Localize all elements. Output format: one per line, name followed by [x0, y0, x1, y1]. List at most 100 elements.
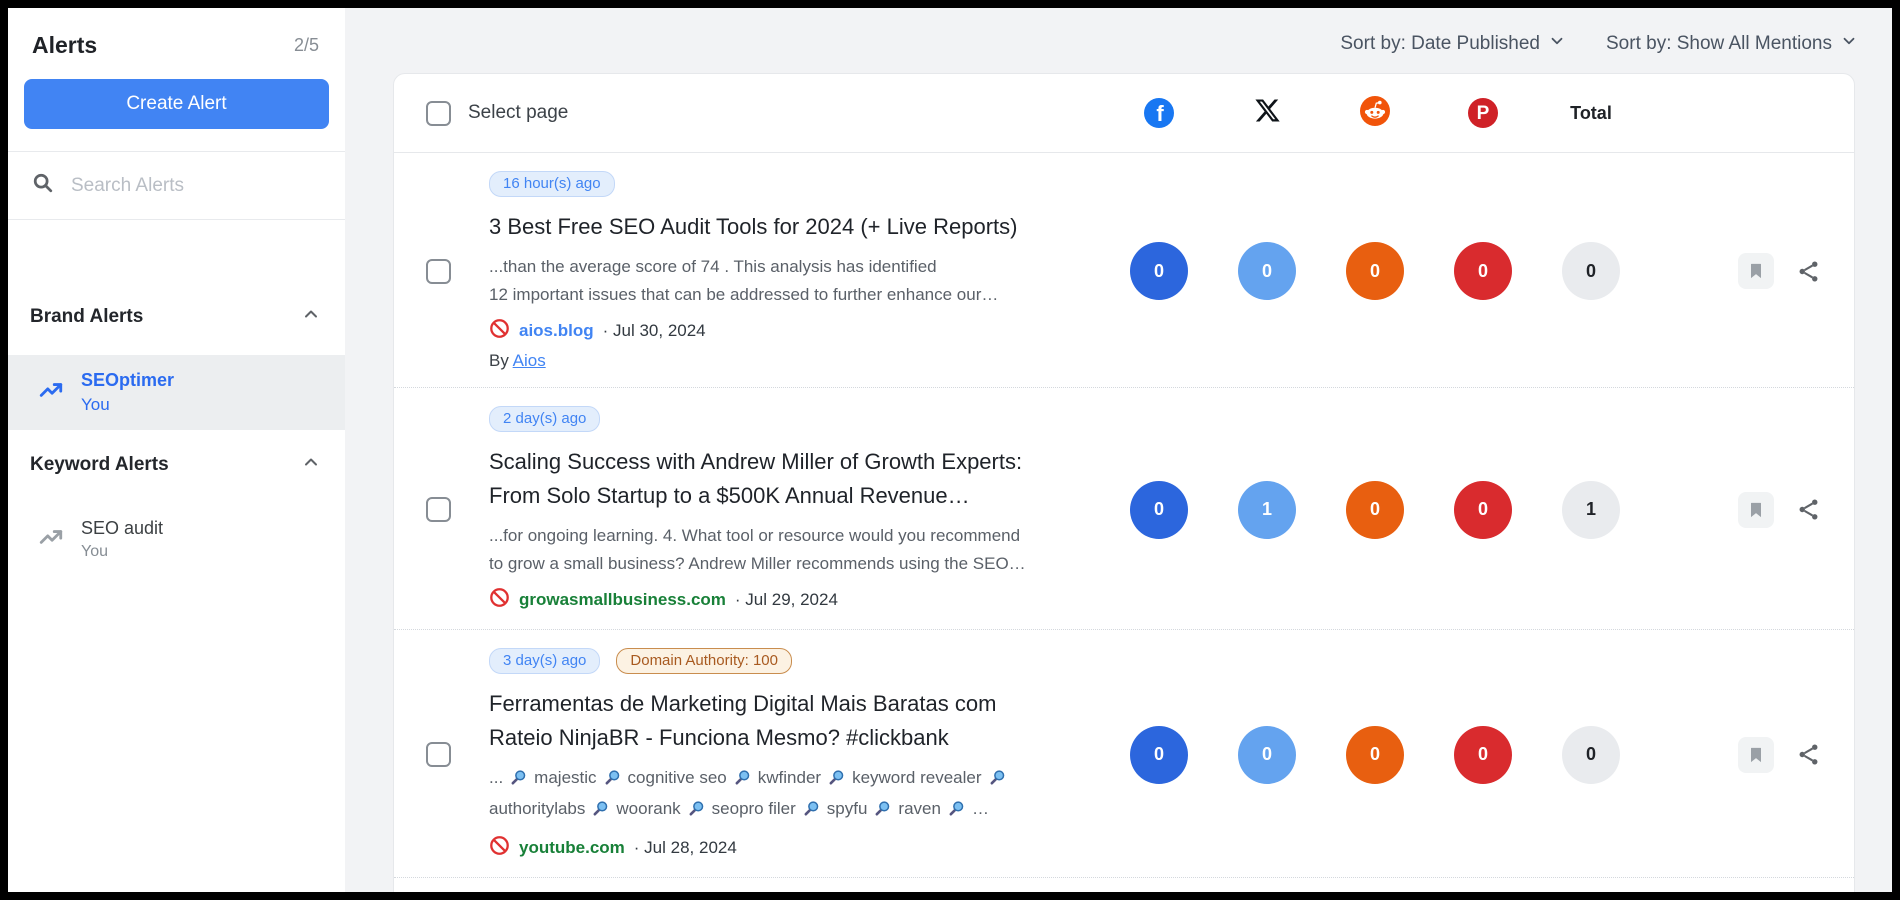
- magnifier-icon: [604, 767, 621, 795]
- blocked-icon[interactable]: [489, 835, 510, 861]
- keyword-alerts-label: Keyword Alerts: [30, 454, 169, 476]
- magnifier-icon: [948, 798, 965, 826]
- count-col: 0: [1321, 242, 1429, 300]
- mention-date: · Jul 30, 2024: [603, 321, 706, 341]
- section-brand-alerts[interactable]: Brand Alerts: [8, 304, 345, 329]
- title-line: From Solo Startup to a $500K Annual Reve…: [489, 479, 1085, 513]
- keyword: woorank: [616, 799, 680, 818]
- keyword: raven: [898, 799, 941, 818]
- select-page-checkbox[interactable]: [426, 101, 451, 126]
- divider: [8, 219, 345, 220]
- mention-excerpt: ...majesticcognitive seokwfinderkeyword …: [489, 764, 1085, 826]
- count-col: 0: [1213, 726, 1321, 784]
- mentions-list: 16 hour(s) ago 3 Best Free SEO Audit Tool…: [394, 153, 1854, 878]
- alert-owner: You: [81, 395, 174, 415]
- facebook-count: 0: [1130, 726, 1188, 784]
- sidebar-item-seoptimer[interactable]: SEOptimer You: [8, 355, 345, 430]
- mention-domain[interactable]: growasmallbusiness.com: [519, 590, 726, 610]
- row-checkbox[interactable]: [426, 259, 451, 284]
- mention-domain[interactable]: youtube.com: [519, 838, 625, 858]
- x-count: 1: [1238, 481, 1296, 539]
- keyword: cognitive seo: [628, 768, 727, 787]
- alert-name: SEOptimer: [81, 370, 174, 391]
- x-count: 0: [1238, 242, 1296, 300]
- mention-actions: [1738, 253, 1822, 289]
- mention-content: 3 day(s) agoDomain Authority: 100 Ferrame…: [489, 648, 1105, 861]
- select-page-label: Select page: [468, 102, 568, 124]
- alert-name: SEO audit: [81, 518, 163, 539]
- mention-row: 16 hour(s) ago 3 Best Free SEO Audit Tool…: [394, 153, 1854, 388]
- keyword: spyfu: [827, 799, 868, 818]
- count-col: 0: [1213, 242, 1321, 300]
- mention-date: · Jul 29, 2024: [735, 590, 838, 610]
- title-line: Scaling Success with Andrew Miller of Gr…: [489, 445, 1085, 479]
- create-alert-button[interactable]: Create Alert: [24, 79, 329, 129]
- search-input[interactable]: [69, 174, 293, 198]
- magnifier-icon: [989, 767, 1006, 795]
- blocked-icon[interactable]: [489, 587, 510, 613]
- bookmark-button[interactable]: [1738, 737, 1774, 773]
- mention-content: 16 hour(s) ago 3 Best Free SEO Audit Tool…: [489, 171, 1105, 371]
- share-button[interactable]: [1796, 497, 1821, 522]
- pinterest-count: 0: [1454, 481, 1512, 539]
- count-col: 1: [1537, 481, 1645, 539]
- row-checkbox[interactable]: [426, 742, 451, 767]
- excerpt-line: ...than the average score of 74 . This a…: [489, 253, 1085, 281]
- bookmark-button[interactable]: [1738, 253, 1774, 289]
- share-button[interactable]: [1796, 742, 1821, 767]
- magnifier-icon: [803, 798, 820, 826]
- blocked-icon[interactable]: [489, 318, 510, 344]
- count-col: 0: [1105, 242, 1213, 300]
- excerpt-line: to grow a small business? Andrew Miller …: [489, 550, 1085, 578]
- page-title: Alerts: [32, 32, 97, 59]
- count-col: 1: [1213, 481, 1321, 539]
- facebook-count: 0: [1130, 242, 1188, 300]
- magnifier-icon: [874, 798, 891, 826]
- count-col: 0: [1429, 242, 1537, 300]
- count-col: 0: [1537, 726, 1645, 784]
- keyword-suffix: …: [972, 799, 989, 818]
- mention-title[interactable]: Ferramentas de Marketing Digital Mais Ba…: [489, 687, 1085, 755]
- keyword-list: ...majesticcognitive seokwfinderkeyword …: [489, 768, 1013, 818]
- mention-actions: [1738, 737, 1822, 773]
- reddit-count: 0: [1346, 726, 1404, 784]
- magnifier-icon: [734, 767, 751, 795]
- section-keyword-alerts[interactable]: Keyword Alerts: [8, 452, 345, 477]
- sort-by-mentions-dropdown[interactable]: Sort by: Show All Mentions: [1606, 32, 1858, 56]
- sidebar-item-seo-audit[interactable]: SEO audit You: [8, 503, 345, 576]
- mention-excerpt: ...than the average score of 74 . This a…: [489, 253, 1085, 309]
- sidebar: Alerts 2/5 Create Alert Brand Alerts: [8, 8, 345, 892]
- count-col: 0: [1537, 242, 1645, 300]
- mention-title[interactable]: Scaling Success with Andrew Miller of Gr…: [489, 445, 1085, 513]
- mention-counts: 01001: [1105, 481, 1645, 539]
- trending-up-icon: [38, 377, 64, 408]
- mention-badges: 3 day(s) agoDomain Authority: 100: [489, 648, 1085, 674]
- reddit-count: 0: [1346, 481, 1404, 539]
- brand-alerts-label: Brand Alerts: [30, 306, 143, 328]
- count-col: 0: [1429, 726, 1537, 784]
- mention-domain[interactable]: aios.blog: [519, 321, 594, 341]
- mention-counts: 00000: [1105, 242, 1645, 300]
- magnifier-icon: [592, 798, 609, 826]
- chevron-down-icon: [1840, 32, 1858, 56]
- sort-bar: Sort by: Date Published Sort by: Show Al…: [1340, 32, 1858, 56]
- title-line: 3 Best Free SEO Audit Tools for 2024 (+ …: [489, 210, 1085, 244]
- mention-metrics: 01001: [1105, 481, 1854, 539]
- share-button[interactable]: [1796, 259, 1821, 284]
- mention-source: aios.blog · Jul 30, 2024: [489, 318, 1085, 344]
- mention-content: 2 day(s) agoScaling Success with Andrew …: [489, 406, 1105, 613]
- mention-title[interactable]: 3 Best Free SEO Audit Tools for 2024 (+ …: [489, 210, 1085, 244]
- title-line: Ferramentas de Marketing Digital Mais Ba…: [489, 687, 1085, 721]
- chevron-down-icon: [1548, 32, 1566, 56]
- sort-by-date-dropdown[interactable]: Sort by: Date Published: [1340, 32, 1566, 56]
- row-checkbox[interactable]: [426, 497, 451, 522]
- pinterest-icon: P: [1468, 98, 1498, 128]
- chevron-up-icon: [301, 304, 321, 329]
- mentions-card: Select page f: [393, 73, 1855, 892]
- x-count: 0: [1238, 726, 1296, 784]
- byline-link[interactable]: Aios: [513, 351, 546, 370]
- bookmark-button[interactable]: [1738, 492, 1774, 528]
- domain-authority-badge: Domain Authority: 100: [616, 648, 792, 674]
- mention-badges: 16 hour(s) ago: [489, 171, 1085, 197]
- alerts-quota: 2/5: [294, 35, 319, 56]
